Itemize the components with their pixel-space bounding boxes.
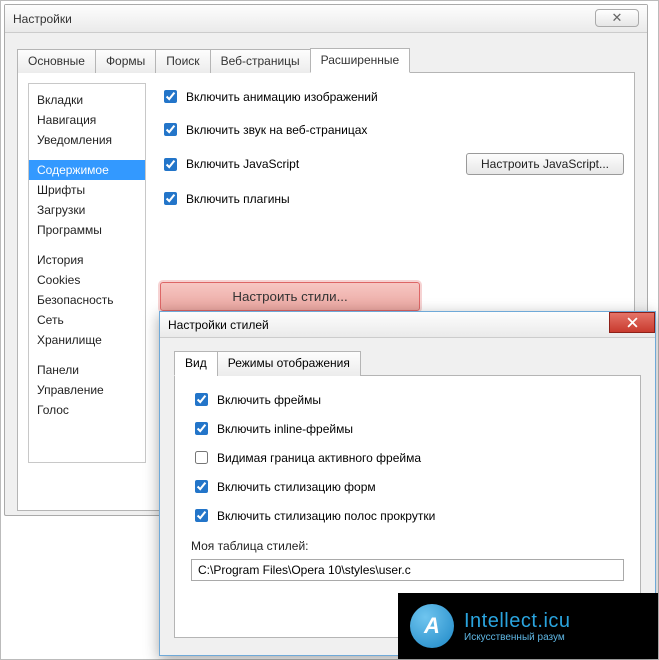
watermark-badge-icon: A <box>410 604 454 648</box>
close-icon <box>627 317 638 328</box>
tab-view[interactable]: Вид <box>174 351 218 376</box>
label-image-animation: Включить анимацию изображений <box>186 90 378 104</box>
checkbox-visible-frame-border[interactable] <box>195 451 208 464</box>
checkbox-form-styling[interactable] <box>195 480 208 493</box>
sidebar-item-tabs[interactable]: Вкладки <box>29 90 145 110</box>
sidebar-item-voice[interactable]: Голос <box>29 400 145 420</box>
close-icon: ✕ <box>612 10 623 26</box>
sidebar-item-network[interactable]: Сеть <box>29 310 145 330</box>
label-javascript: Включить JavaScript <box>186 157 299 171</box>
watermark-text: Intellect.icu Искусственный разум <box>464 610 571 643</box>
sidebar-item-security[interactable]: Безопасность <box>29 290 145 310</box>
sidebar-item-panels[interactable]: Панели <box>29 360 145 380</box>
label-enable-inline-frames: Включить inline-фреймы <box>217 422 353 436</box>
checkbox-sound-web[interactable] <box>164 123 177 136</box>
sidebar-item-navigation[interactable]: Навигация <box>29 110 145 130</box>
tab-advanced[interactable]: Расширенные <box>310 48 411 73</box>
sidebar-item-cookies[interactable]: Cookies <box>29 270 145 290</box>
watermark-line1: Intellect.icu <box>464 610 571 632</box>
label-plugins: Включить плагины <box>186 192 290 206</box>
sidebar-item-storage[interactable]: Хранилище <box>29 330 145 350</box>
stylesheet-path-input[interactable] <box>191 559 624 581</box>
tab-display-modes[interactable]: Режимы отображения <box>217 351 361 376</box>
checkbox-enable-inline-frames[interactable] <box>195 422 208 435</box>
checkbox-javascript[interactable] <box>164 158 177 171</box>
label-scrollbar-styling: Включить стилизацию полос прокрутки <box>217 509 435 523</box>
watermark: A Intellect.icu Искусственный разум <box>398 593 658 659</box>
sidebar-item-content[interactable]: Содержимое <box>29 160 145 180</box>
label-visible-frame-border: Видимая граница активного фрейма <box>217 451 421 465</box>
dialog-tabs: Вид Режимы отображения <box>174 350 641 376</box>
sidebar-item-history[interactable]: История <box>29 250 145 270</box>
dialog-titlebar[interactable]: Настройки стилей <box>160 312 655 338</box>
sidebar-item-notifications[interactable]: Уведомления <box>29 130 145 150</box>
checkbox-image-animation[interactable] <box>164 90 177 103</box>
tab-forms[interactable]: Формы <box>95 49 156 73</box>
label-form-styling: Включить стилизацию форм <box>217 480 376 494</box>
label-enable-frames: Включить фреймы <box>217 393 321 407</box>
sidebar: Вкладки Навигация Уведомления Содержимое… <box>28 83 146 463</box>
main-tabs: Основные Формы Поиск Веб-страницы Расшир… <box>17 47 635 73</box>
checkbox-scrollbar-styling[interactable] <box>195 509 208 522</box>
sidebar-item-programs[interactable]: Программы <box>29 220 145 240</box>
watermark-line2: Искусственный разум <box>464 632 571 643</box>
sidebar-item-fonts[interactable]: Шрифты <box>29 180 145 200</box>
label-sound-web: Включить звук на веб-страницах <box>186 123 367 137</box>
close-button[interactable]: ✕ <box>595 9 639 27</box>
titlebar[interactable]: Настройки ✕ <box>5 5 647 33</box>
tab-search[interactable]: Поиск <box>155 49 210 73</box>
sidebar-item-downloads[interactable]: Загрузки <box>29 200 145 220</box>
configure-javascript-button[interactable]: Настроить JavaScript... <box>466 153 624 175</box>
checkbox-plugins[interactable] <box>164 192 177 205</box>
stylesheet-label: Моя таблица стилей: <box>191 539 624 553</box>
tab-main[interactable]: Основные <box>17 49 96 73</box>
dialog-title: Настройки стилей <box>168 318 269 332</box>
tab-webpages[interactable]: Веб-страницы <box>210 49 311 73</box>
dialog-close-button[interactable] <box>609 312 655 333</box>
checkbox-enable-frames[interactable] <box>195 393 208 406</box>
configure-styles-button[interactable]: Настроить стили... <box>160 282 420 311</box>
window-title: Настройки <box>13 12 72 26</box>
sidebar-item-management[interactable]: Управление <box>29 380 145 400</box>
